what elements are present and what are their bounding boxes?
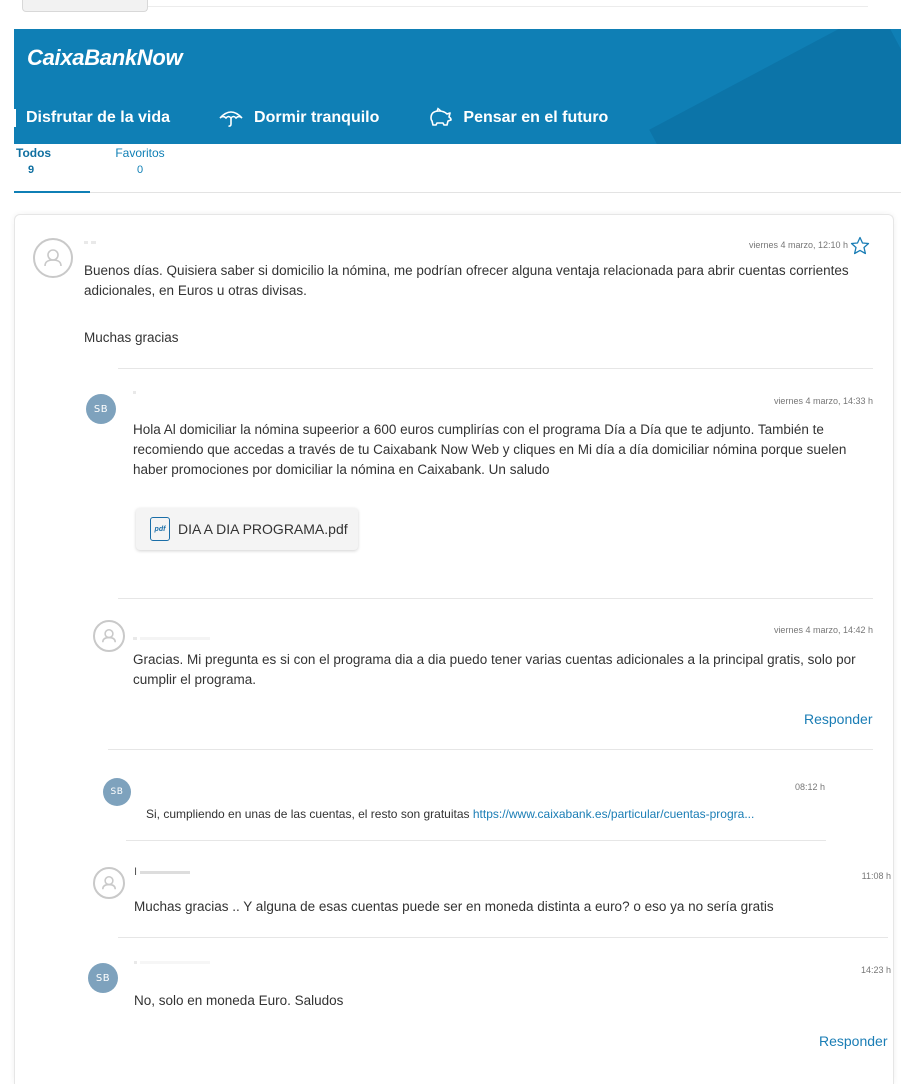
reply-timestamp: viernes 4 marzo, 14:33 h <box>773 396 873 406</box>
reply-author: I <box>134 866 191 878</box>
reply-text: Gracias. Mi pregunta es si con el progra… <box>133 652 856 687</box>
divider <box>118 598 873 599</box>
user-icon <box>44 249 62 267</box>
avatar <box>93 620 125 652</box>
reply-text: No, solo en moneda Euro. Saludos <box>134 993 344 1008</box>
nav-item-label: Disfrutar de la vida <box>26 109 171 126</box>
program-link[interactable]: https://www.caixabank.es/particular/cuen… <box>473 807 754 821</box>
divider <box>118 368 873 369</box>
reply-author <box>133 386 136 398</box>
reply-button[interactable]: Responder <box>819 1033 888 1049</box>
app-logo[interactable]: CaixaBankNow <box>27 45 183 71</box>
divider <box>126 840 826 841</box>
nav-item-pensar[interactable]: Pensar en el futuro <box>427 107 608 129</box>
avatar <box>93 867 125 899</box>
reply-text: Muchas gracias .. Y alguna de esas cuent… <box>134 899 774 914</box>
nav-item-dormir[interactable]: Dormir tranquilo <box>218 108 379 128</box>
nav-item-label: Pensar en el futuro <box>463 109 609 126</box>
reply-author <box>134 956 211 968</box>
main-nav: Disfrutar de la vida Dormir tranquilo Pe… <box>14 103 656 133</box>
tab-count: 0 <box>136 164 144 176</box>
avatar <box>33 238 73 278</box>
header-decoration <box>649 29 901 144</box>
question-text: Buenos días. Quisiera saber si domicilio… <box>84 263 849 298</box>
author-initial: I <box>134 866 138 878</box>
piggy-bank-icon <box>430 107 453 126</box>
star-icon[interactable] <box>850 236 870 255</box>
pdf-attachment[interactable]: pdf DIA A DIA PROGRAMA.pdf <box>136 508 358 550</box>
reply-timestamp: 14:23 h <box>860 965 891 975</box>
reply-timestamp: viernes 4 marzo, 14:42 h <box>773 625 873 635</box>
reply-text: Hola Al domiciliar la nómina supeerior a… <box>133 422 847 477</box>
user-icon <box>102 876 116 890</box>
reply-text: Si, cumpliendo en unas de las cuentas, e… <box>146 804 846 824</box>
question-signoff: Muchas gracias <box>84 330 179 345</box>
umbrella-icon <box>219 111 243 127</box>
tab-label: Favoritos <box>115 146 165 160</box>
attachment-name: DIA A DIA PROGRAMA.pdf <box>178 521 348 537</box>
tab-favoritos[interactable]: Favoritos 0 <box>109 146 171 178</box>
filter-tabs: Todos 9 Favoritos 0 <box>14 146 901 193</box>
top-divider <box>148 6 868 7</box>
reply-button[interactable]: Responder <box>804 711 873 727</box>
pdf-file-icon: pdf <box>150 517 170 541</box>
divider <box>108 749 873 750</box>
tab-todos[interactable]: Todos 9 <box>14 146 90 193</box>
divider <box>118 937 888 938</box>
avatar: SB <box>103 778 131 806</box>
nav-item-disfrutar[interactable]: Disfrutar de la vida <box>14 109 170 127</box>
top-tab-stub <box>22 0 148 12</box>
tab-label: Todos <box>16 146 52 160</box>
reply-timestamp: 11:08 h <box>861 871 891 881</box>
question-timestamp: viernes 4 marzo, 12:10 h <box>748 240 848 250</box>
avatar: SB <box>88 963 118 993</box>
tab-count: 9 <box>28 164 35 176</box>
question-author <box>84 236 97 248</box>
avatar: SB <box>86 394 116 424</box>
user-icon <box>102 629 116 643</box>
reply-author <box>133 632 211 644</box>
nav-item-label: Dormir tranquilo <box>254 109 380 126</box>
app-header: CaixaBankNow Disfrutar de la vida Dormir… <box>14 29 901 144</box>
reply-timestamp: 08:12 h <box>794 782 825 792</box>
reply-body: Si, cumpliendo en unas de las cuentas, e… <box>146 807 473 821</box>
